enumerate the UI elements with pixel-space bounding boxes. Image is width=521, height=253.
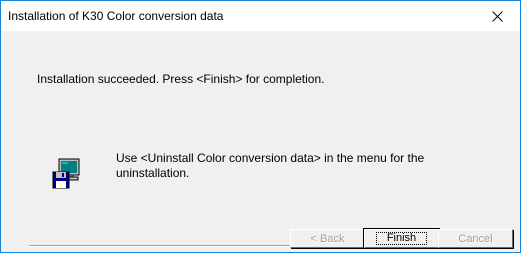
cancel-button[interactable]: Cancel xyxy=(438,229,513,248)
uninstall-hint: Use <Uninstall Color conversion data> in… xyxy=(116,151,425,180)
installer-dialog: Installation of K30 Color conversion dat… xyxy=(0,0,521,253)
close-icon xyxy=(492,10,503,22)
back-button-label: < Back xyxy=(310,232,345,245)
success-message: Installation succeeded. Press <Finish> f… xyxy=(37,72,325,86)
finish-button[interactable]: Finish xyxy=(364,229,439,248)
window-title: Installation of K30 Color conversion dat… xyxy=(8,9,224,23)
title-bar[interactable]: Installation of K30 Color conversion dat… xyxy=(1,1,520,31)
dialog-body: Installation succeeded. Press <Finish> f… xyxy=(1,31,520,252)
finish-button-label: Finish xyxy=(375,232,428,245)
cancel-button-label: Cancel xyxy=(458,232,493,245)
close-button[interactable] xyxy=(475,1,520,31)
computer-floppy-icon xyxy=(51,158,83,190)
back-button[interactable]: < Back xyxy=(290,229,365,248)
